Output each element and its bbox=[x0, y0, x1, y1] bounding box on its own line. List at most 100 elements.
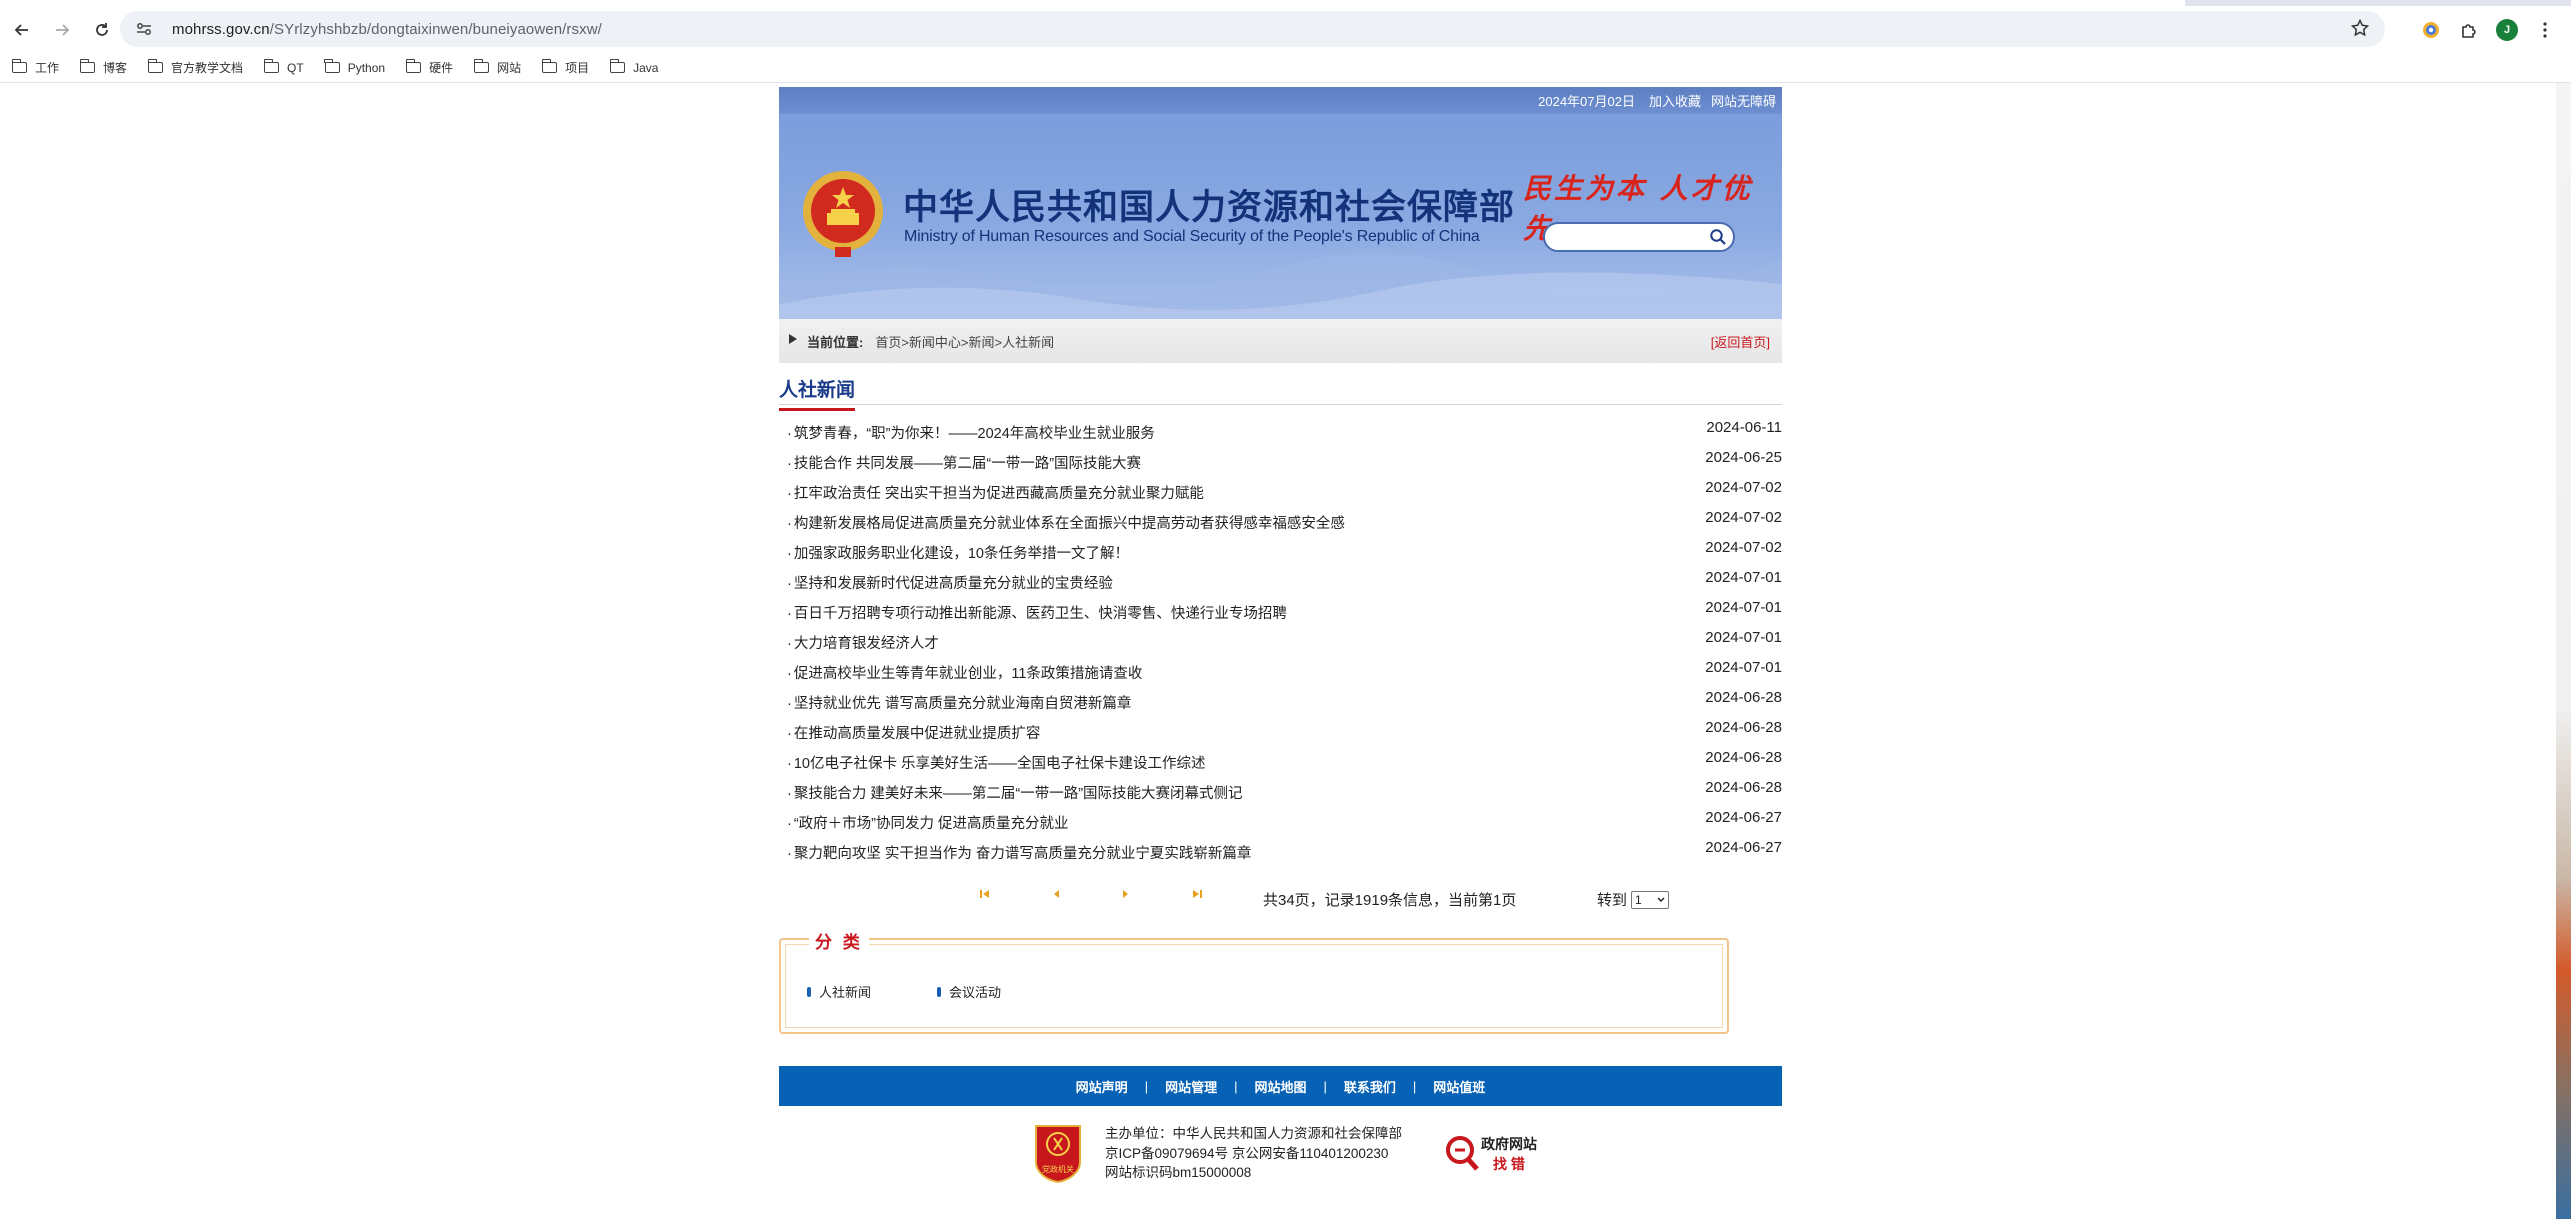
folder-icon bbox=[405, 59, 422, 73]
section-title-text: 人社新闻 bbox=[779, 375, 856, 411]
next-page-button[interactable] bbox=[1117, 887, 1135, 901]
folder-icon bbox=[609, 59, 626, 73]
more-menu-icon[interactable] bbox=[2527, 12, 2563, 48]
bookmark-folder[interactable]: Java bbox=[609, 59, 658, 75]
news-title-link[interactable]: 构建新发展格局促进高质量充分就业体系在全面振兴中提高劳动者获得感幸福感安全感 bbox=[787, 512, 1345, 533]
profile-avatar[interactable]: J bbox=[2489, 12, 2525, 48]
back-button[interactable] bbox=[4, 12, 40, 48]
bookmark-star-icon[interactable] bbox=[2350, 18, 2370, 42]
party-gov-badge-icon[interactable]: 党政机关 bbox=[1032, 1122, 1084, 1184]
news-title-link[interactable]: 聚力靶向攻坚 实干担当作为 奋力谱写高质量充分就业宁夏实践崭新篇章 bbox=[787, 842, 1252, 863]
gov-site-report-link[interactable]: 政府网站 找 错 bbox=[1443, 1132, 1543, 1178]
breadcrumb-path[interactable]: 首页>新闻中心>新闻>人社新闻 bbox=[875, 332, 1054, 351]
news-item: 在推动高质量发展中促进就业提质扩容 2024-06-28 bbox=[779, 717, 1782, 747]
bookmark-folder[interactable]: 项目 bbox=[541, 59, 589, 76]
folder-icon bbox=[11, 59, 27, 73]
address-bar[interactable]: mohrss.gov.cn/SYrlzyhshbzb/dongtaixinwen… bbox=[120, 11, 2385, 47]
bookmark-folder[interactable]: QT bbox=[263, 59, 304, 75]
browser-toolbar: mohrss.gov.cn/SYrlzyhshbzb/dongtaixinwen… bbox=[0, 6, 2571, 53]
footer-separator: | bbox=[1412, 1078, 1417, 1094]
section-title: 人社新闻 bbox=[779, 375, 1782, 411]
bookmark-folder[interactable]: 硬件 bbox=[405, 59, 454, 76]
footer-site-id: 网站标识码bm15000008 bbox=[1105, 1165, 1252, 1180]
folder-icon bbox=[79, 59, 96, 73]
find-error-label: 找 错 bbox=[1493, 1156, 1525, 1172]
news-title-link[interactable]: 聚技能合力 建美好未来——第二届“一带一路”国际技能大赛闭幕式侧记 bbox=[787, 782, 1243, 803]
category-legend: 分 类 bbox=[809, 928, 869, 953]
badge-text: 党政机关 bbox=[1042, 1164, 1074, 1174]
news-title-link[interactable]: 大力培育银发经济人才 bbox=[787, 632, 939, 653]
footer-separator: | bbox=[1234, 1078, 1238, 1094]
footer-link-sitemap[interactable]: 网站地图 bbox=[1254, 1077, 1306, 1096]
pagination-info: 共34页，记录1919条信息，当前第1页 bbox=[1263, 892, 1517, 909]
bookmark-folder[interactable]: 博客 bbox=[79, 59, 128, 76]
bookmark-folder[interactable]: 工作 bbox=[11, 59, 59, 76]
news-title-link[interactable]: 坚持就业优先 谱写高质量充分就业海南自贸港新篇章 bbox=[787, 692, 1132, 713]
category-item-meetings[interactable]: 会议活动 bbox=[937, 982, 1001, 1001]
breadcrumb-label: 当前位置: bbox=[807, 334, 864, 350]
bookmark-folder[interactable]: 官方教学文档 bbox=[147, 59, 244, 76]
news-title-link[interactable]: 10亿电子社保卡 乐享美好生活——全国电子社保卡建设工作综述 bbox=[787, 752, 1206, 773]
news-title-link[interactable]: 在推动高质量发展中促进就业提质扩容 bbox=[787, 722, 1041, 743]
profile-initial: J bbox=[2496, 18, 2518, 41]
bookmark-label: 博客 bbox=[103, 61, 128, 75]
reload-button[interactable] bbox=[84, 12, 120, 48]
search-icon[interactable] bbox=[1709, 228, 1727, 246]
folder-icon bbox=[324, 59, 340, 73]
site-title-cn: 中华人民共和国人力资源和社会保障部 bbox=[903, 188, 1516, 228]
extensions-puzzle-icon[interactable] bbox=[2451, 12, 2487, 48]
news-title-link[interactable]: “政府＋市场”协同发力 促进高质量充分就业 bbox=[787, 812, 1069, 833]
footer-link-statement[interactable]: 网站声明 bbox=[1076, 1077, 1128, 1096]
return-home-link[interactable]: [返回首页] bbox=[1711, 332, 1770, 351]
magnifier-report-icon bbox=[1446, 1136, 1479, 1171]
news-item: 坚持和发展新时代促进高质量充分就业的宝贵经验 2024-07-01 bbox=[779, 567, 1782, 597]
triangle-right-icon bbox=[789, 334, 797, 344]
news-title-link[interactable]: 坚持和发展新时代促进高质量充分就业的宝贵经验 bbox=[787, 572, 1113, 593]
news-date: 2024-07-01 bbox=[1705, 599, 1782, 616]
news-item: 聚技能合力 建美好未来——第二届“一带一路”国际技能大赛闭幕式侧记 2024-06… bbox=[779, 777, 1782, 807]
url-path: /SYrlzyhshbzb/dongtaixinwen/buneiyaowen/… bbox=[269, 20, 602, 38]
prev-page-button[interactable] bbox=[1047, 887, 1065, 901]
site-info-icon[interactable] bbox=[134, 19, 154, 39]
news-item: 加强家政服务职业化建设，10条任务举措一文了解！ 2024-07-02 bbox=[779, 537, 1782, 567]
footer-sponsor: 主办单位：中华人民共和国人力资源和社会保障部 bbox=[1105, 1126, 1402, 1141]
news-title-link[interactable]: 加强家政服务职业化建设，10条任务举措一文了解！ bbox=[787, 542, 1129, 563]
bookmark-label: 官方教学文档 bbox=[171, 61, 244, 75]
news-item: 百日千万招聘专项行动推出新能源、医药卫生、快消零售、快递行业专场招聘 2024-0… bbox=[779, 597, 1782, 627]
news-title-link[interactable]: 筑梦青春，“职”为你来！——2024年高校毕业生就业服务 bbox=[787, 422, 1155, 443]
news-title-link[interactable]: 促进高校毕业生等青年就业创业，11条政策措施请查收 bbox=[787, 662, 1143, 683]
arrow-right-icon bbox=[56, 23, 70, 36]
category-item-news[interactable]: 人社新闻 bbox=[807, 982, 871, 1001]
footer-link-duty[interactable]: 网站值班 bbox=[1433, 1077, 1485, 1096]
category-box: 分 类 人社新闻 会议活动 bbox=[779, 928, 1729, 1034]
footer-info: 党政机关 主办单位：中华人民共和国人力资源和社会保障部 京ICP备0907969… bbox=[779, 1122, 1782, 1192]
folder-icon bbox=[473, 59, 490, 73]
news-title-link[interactable]: 扛牢政治责任 突出实干担当为促进西藏高质量充分就业聚力赋能 bbox=[787, 482, 1204, 503]
header-topbar: 2024年07月02日 加入收藏 网站无障碍 bbox=[779, 87, 1782, 113]
bookmark-folder[interactable]: Python bbox=[324, 59, 385, 75]
footer-link-contact[interactable]: 联系我们 bbox=[1344, 1077, 1396, 1096]
page-select[interactable]: 1 bbox=[1631, 890, 1670, 909]
site-search-input[interactable] bbox=[1543, 222, 1735, 252]
news-title-link[interactable]: 技能合作 共同发展——第二届“一带一路”国际技能大赛 bbox=[787, 452, 1141, 473]
first-page-button[interactable] bbox=[976, 887, 994, 901]
news-date: 2024-07-02 bbox=[1705, 509, 1782, 526]
news-title-link[interactable]: 百日千万招聘专项行动推出新能源、医药卫生、快消零售、快递行业专场招聘 bbox=[787, 602, 1287, 623]
header-date: 2024年07月02日 bbox=[1538, 93, 1635, 109]
url-text: mohrss.gov.cn/SYrlzyhshbzb/dongtaixinwen… bbox=[172, 21, 602, 38]
bookmark-folder[interactable]: 网站 bbox=[473, 59, 521, 76]
footer-icp[interactable]: 京ICP备09079694号 京公网安备110401200230 bbox=[1105, 1144, 1402, 1164]
bookmark-label: 硬件 bbox=[429, 61, 454, 75]
add-favorite-link[interactable]: 加入收藏 bbox=[1649, 91, 1701, 110]
bookmarks-bar: 工作 博客 官方教学文档 QT Python 硬件 网站 项目 Java bbox=[0, 53, 2571, 83]
forward-button[interactable] bbox=[44, 12, 80, 48]
last-page-button[interactable] bbox=[1188, 887, 1206, 901]
news-date: 2024-06-28 bbox=[1705, 749, 1782, 766]
accessibility-link[interactable]: 网站无障碍 bbox=[1711, 91, 1776, 110]
news-date: 2024-07-02 bbox=[1705, 539, 1782, 556]
footer-separator: | bbox=[1144, 1078, 1149, 1094]
footer-link-management[interactable]: 网站管理 bbox=[1165, 1077, 1217, 1096]
extension-icon[interactable] bbox=[2413, 12, 2449, 48]
last-page-icon bbox=[1193, 890, 1202, 898]
news-date: 2024-07-02 bbox=[1705, 479, 1782, 496]
